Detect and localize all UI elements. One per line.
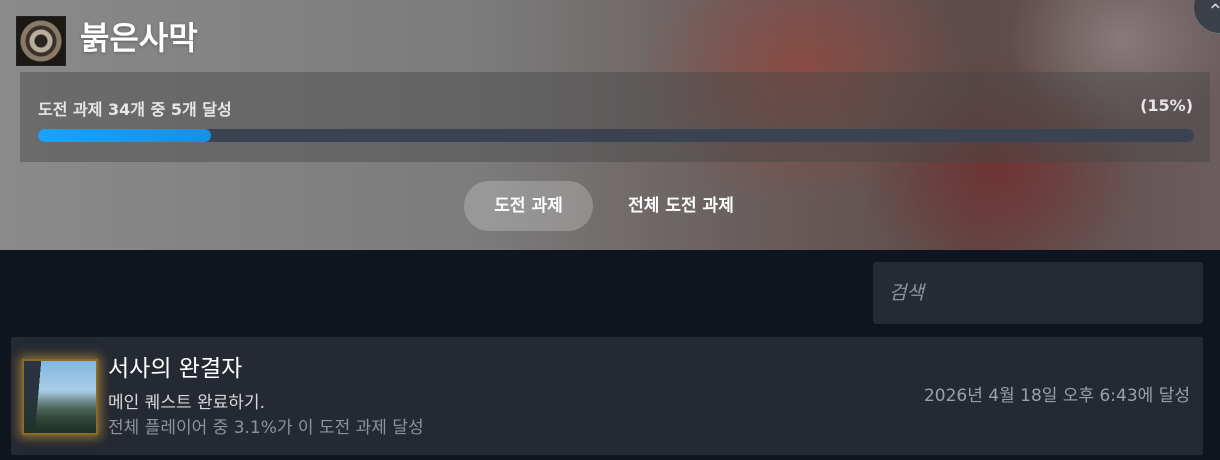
achievement-progress-panel: 도전 과제 34개 중 5개 달성 (15%)	[20, 72, 1210, 162]
achievement-title: 서사의 완결자	[108, 356, 243, 382]
game-logo-icon	[17, 17, 65, 65]
progress-bar-fill	[38, 129, 212, 142]
chevron-up-icon: ⌃	[1207, 0, 1220, 23]
achievement-global-rate: 전체 플레이어 중 3.1%가 이 도전 과제 달성	[108, 418, 424, 438]
achievement-icon	[22, 359, 98, 435]
game-title: 붉은사막	[80, 19, 198, 57]
header-hero: 붉은사막 ⌃ 도전 과제 34개 중 5개 달성 (15%) 도전 과제 전체 …	[0, 0, 1220, 250]
progress-percent: (15%)	[1140, 96, 1193, 115]
tab-all-achievements[interactable]: 전체 도전 과제	[605, 181, 757, 231]
tab-achievements[interactable]: 도전 과제	[464, 181, 593, 231]
progress-bar	[38, 129, 1194, 142]
search-input[interactable]	[873, 262, 1203, 324]
collapse-button[interactable]: ⌃	[1193, 0, 1220, 34]
achievement-row[interactable]: 서사의 완결자 메인 퀘스트 완료하기. 전체 플레이어 중 3.1%가 이 도…	[11, 337, 1203, 455]
progress-label: 도전 과제 34개 중 5개 달성	[38, 100, 232, 119]
achievement-unlock-date: 2026년 4월 18일 오후 6:43에 달성	[923, 386, 1190, 406]
achievement-description: 메인 퀘스트 완료하기.	[108, 393, 265, 413]
